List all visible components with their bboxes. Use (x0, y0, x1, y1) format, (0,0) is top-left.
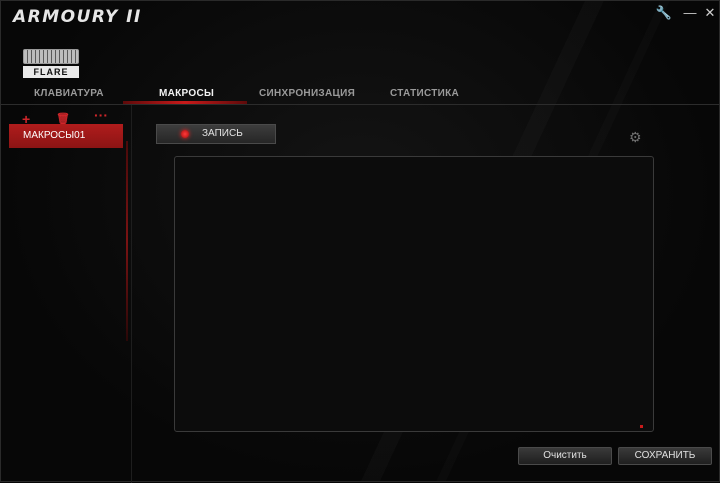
clear-button[interactable]: Очистить (518, 447, 612, 465)
keyboard-image (23, 49, 79, 64)
save-button[interactable]: СОХРАНИТЬ (618, 447, 712, 465)
app-window: ARMOURY II 🔧 — ✕ FLARE КЛАВИАТУРА МАКРОС… (0, 0, 720, 483)
record-label: ЗАПИСЬ (202, 128, 243, 139)
device-name: FLARE (23, 66, 79, 78)
tab-sync[interactable]: СИНХРОНИЗАЦИЯ (259, 88, 355, 99)
device-logo: FLARE (23, 49, 81, 79)
tab-statistics[interactable]: СТАТИСТИКА (390, 88, 459, 99)
wrench-icon[interactable]: 🔧 (653, 4, 675, 22)
more-icon[interactable]: ··· (94, 107, 108, 123)
macro-sidebar: + 🗑 ··· (1, 105, 132, 483)
resize-marker (640, 425, 643, 428)
tab-bar: КЛАВИАТУРА МАКРОСЫ СИНХРОНИЗАЦИЯ СТАТИСТ… (1, 86, 720, 105)
title-bar: ARMOURY II 🔧 — ✕ (1, 1, 720, 31)
sidebar-glow (126, 141, 128, 341)
active-tab-indicator (123, 101, 247, 104)
record-button[interactable]: ЗАПИСЬ (156, 124, 276, 144)
tab-macros[interactable]: МАКРОСЫ (159, 88, 214, 99)
macro-list-item[interactable]: МАКРОСЫ01 (9, 124, 123, 148)
close-button[interactable]: ✕ (699, 4, 720, 22)
macro-editor-panel[interactable] (174, 156, 654, 432)
gear-icon[interactable]: ⚙ (629, 129, 642, 146)
app-title: ARMOURY II (13, 7, 142, 27)
minimize-button[interactable]: — (679, 4, 701, 22)
record-dot-icon (181, 130, 189, 138)
tab-keyboard[interactable]: КЛАВИАТУРА (34, 88, 104, 99)
